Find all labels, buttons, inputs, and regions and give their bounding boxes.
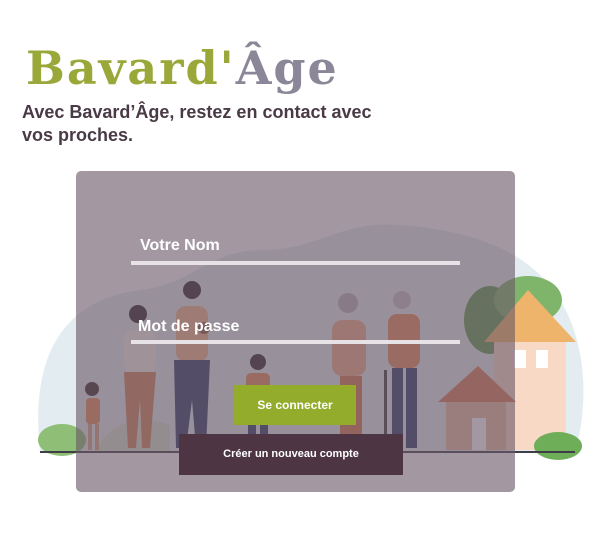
create-account-button[interactable]: Créer un nouveau compte bbox=[179, 434, 403, 475]
name-input[interactable] bbox=[131, 261, 460, 265]
password-input[interactable] bbox=[131, 340, 460, 344]
password-field-label: Mot de passe bbox=[138, 318, 240, 335]
name-field-label: Votre Nom bbox=[140, 237, 220, 254]
login-button[interactable]: Se connecter bbox=[234, 385, 356, 425]
